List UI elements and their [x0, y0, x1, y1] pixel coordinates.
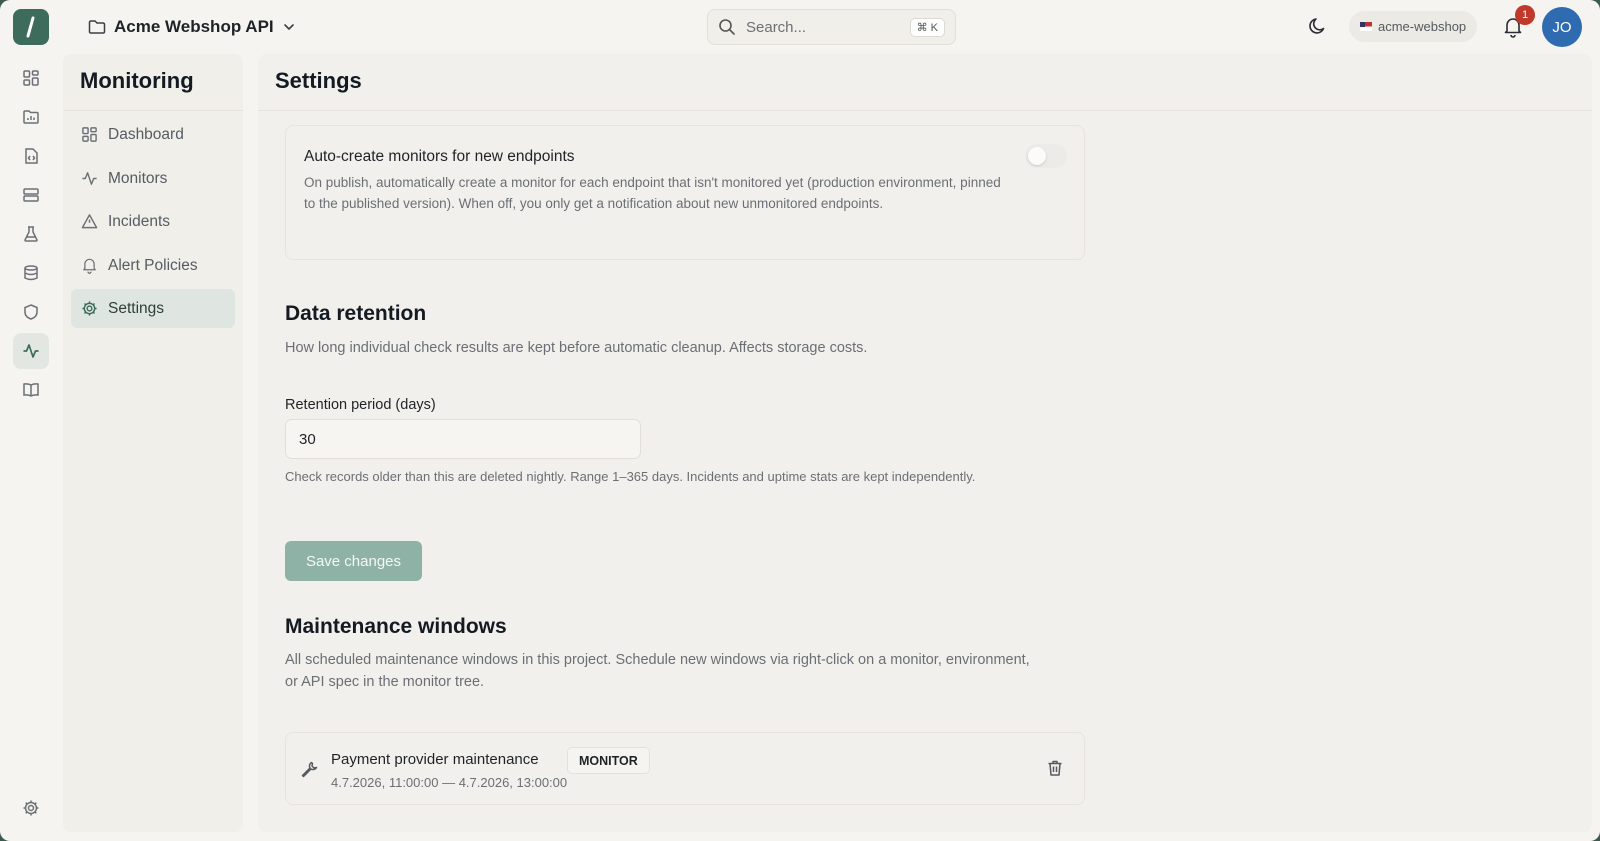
retention-field-label: Retention period (days) — [285, 397, 436, 413]
gear-icon — [23, 800, 39, 816]
server-icon — [23, 188, 39, 202]
auto-create-description: On publish, automatically create a monit… — [304, 175, 1001, 211]
us-flag-icon — [1360, 22, 1372, 31]
activity-icon — [23, 344, 39, 358]
sidebar-item-label: Alert Policies — [108, 256, 198, 274]
rail-dashboard[interactable] — [13, 60, 49, 96]
search-shortcut: ⌘ K — [909, 17, 945, 37]
maintenance-description: All scheduled maintenance windows in thi… — [285, 652, 1030, 690]
search-placeholder: Search... — [746, 18, 807, 36]
dashboard-icon — [82, 127, 97, 142]
app-logo[interactable] — [13, 9, 49, 45]
rail-settings[interactable] — [13, 790, 49, 826]
search-input[interactable]: Search... ⌘ K — [707, 9, 956, 45]
maintenance-window-item[interactable]: Payment provider maintenance MONITOR 4.7… — [285, 732, 1085, 805]
dashboard-icon — [23, 70, 39, 86]
sidebar-item-label: Dashboard — [108, 125, 184, 143]
sidebar-item-alert-policies[interactable]: Alert Policies — [71, 246, 235, 285]
rail-servers[interactable] — [13, 177, 49, 213]
flask-icon — [24, 226, 38, 242]
rail-security[interactable] — [13, 294, 49, 330]
divider — [258, 110, 1592, 111]
auto-create-toggle[interactable] — [1025, 144, 1067, 168]
app-window: Acme Webshop API Search... ⌘ K acme-webs… — [0, 0, 1600, 841]
rail-docs[interactable] — [13, 372, 49, 408]
retention-hint: Check records older than this are delete… — [285, 469, 976, 484]
save-button[interactable]: Save changes — [285, 541, 422, 581]
rail-api-files[interactable] — [13, 138, 49, 174]
page-title: Settings — [275, 68, 362, 93]
theme-toggle[interactable] — [1308, 16, 1328, 41]
monitoring-sidebar: Monitoring Dashboard Monitors Incidents … — [63, 54, 243, 832]
sidebar-item-monitors[interactable]: Monitors — [71, 159, 235, 198]
auto-create-card: Auto-create monitors for new endpoints O… — [285, 125, 1085, 260]
rail-database[interactable] — [13, 255, 49, 291]
code-file-icon — [25, 148, 38, 164]
sidebar-item-label: Monitors — [108, 169, 168, 187]
org-name: acme-webshop — [1378, 19, 1467, 34]
moon-icon — [1309, 18, 1325, 34]
chart-folder-icon — [23, 110, 39, 124]
folder-icon — [88, 20, 106, 34]
sidebar-item-label: Incidents — [108, 212, 171, 230]
sidebar-item-dashboard[interactable]: Dashboard — [71, 115, 235, 154]
maintenance-time-range: 4.7.2026, 11:00:00 — 4.7.2026, 13:00:00 — [331, 775, 568, 790]
sidebar-item-incidents[interactable]: Incidents — [71, 202, 235, 241]
settings-panel: Settings Auto-create monitors for new en… — [258, 54, 1592, 832]
sidebar-title: Monitoring — [80, 68, 194, 93]
project-name: Acme Webshop API — [114, 17, 274, 36]
search-icon — [719, 19, 735, 35]
top-bar: Acme Webshop API Search... ⌘ K acme-webs… — [0, 0, 1600, 54]
rail-monitoring[interactable] — [13, 333, 49, 369]
auto-create-title: Auto-create monitors for new endpoints — [304, 148, 575, 165]
avatar[interactable]: JO — [1542, 7, 1582, 47]
maintenance-name: Payment provider maintenance — [331, 751, 539, 768]
retention-days-input[interactable] — [285, 419, 641, 459]
divider — [63, 110, 243, 111]
rail-testing[interactable] — [13, 216, 49, 252]
org-selector[interactable]: acme-webshop — [1349, 11, 1478, 42]
maintenance-heading: Maintenance windows — [285, 615, 507, 638]
trash-icon[interactable] — [1046, 759, 1064, 777]
data-retention-description: How long individual check results are ke… — [285, 340, 868, 356]
warning-icon — [81, 214, 98, 229]
wrench-icon — [301, 761, 318, 778]
scope-badge: MONITOR — [567, 747, 650, 774]
gear-icon — [82, 301, 97, 316]
project-switcher[interactable]: Acme Webshop API — [88, 14, 296, 40]
bell-icon — [83, 258, 96, 274]
database-icon — [24, 265, 38, 281]
sidebar-item-settings[interactable]: Settings — [71, 289, 235, 328]
activity-icon — [82, 172, 97, 185]
rail-reports[interactable] — [13, 99, 49, 135]
shield-icon — [24, 304, 38, 320]
data-retention-heading: Data retention — [285, 302, 427, 325]
chevron-down-icon — [283, 24, 294, 30]
sidebar-item-label: Settings — [108, 299, 165, 317]
book-icon — [23, 383, 39, 397]
logo-slash-icon — [26, 16, 35, 38]
notification-badge: 1 — [1515, 5, 1535, 25]
icon-rail — [0, 54, 62, 841]
